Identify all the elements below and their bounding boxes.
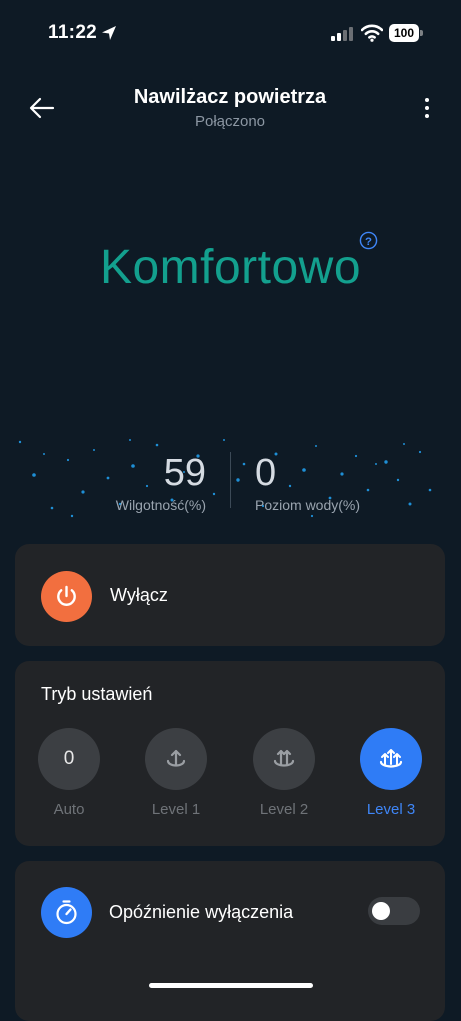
home-indicator[interactable] xyxy=(149,983,313,988)
mode-level-2-button[interactable] xyxy=(253,728,315,790)
mode-auto-button[interactable]: 0 xyxy=(38,728,100,790)
more-options-icon[interactable] xyxy=(420,96,434,120)
toggle-knob xyxy=(372,902,390,920)
mode-level-3-label: Level 3 xyxy=(366,801,416,818)
shutdown-delay-label: Opóźnienie wyłączenia xyxy=(109,902,294,922)
mode-level-3-button[interactable] xyxy=(360,728,422,790)
wifi-icon xyxy=(361,24,383,42)
battery-indicator: 100 xyxy=(389,24,423,42)
mist-level-1-icon xyxy=(166,749,186,767)
timer-icon xyxy=(56,900,77,925)
back-arrow-icon[interactable] xyxy=(28,94,56,122)
timer-icon-badge xyxy=(41,887,92,938)
location-arrow-icon xyxy=(102,26,116,40)
status-time: 11:22 xyxy=(48,22,98,43)
page-title: Nawilżacz powietrza xyxy=(133,86,327,108)
power-card: Wyłącz xyxy=(15,544,445,646)
mist-level-3-icon xyxy=(379,749,403,768)
mode-level-2-label: Level 2 xyxy=(259,801,309,818)
power-icon xyxy=(57,585,76,606)
power-button[interactable] xyxy=(41,571,92,622)
comfort-status: Komfortowo xyxy=(99,241,362,294)
status-bar: 11:22 100 xyxy=(0,0,461,66)
water-level-value: 0 xyxy=(255,452,277,494)
shutdown-delay-toggle[interactable] xyxy=(368,897,420,925)
cellular-signal-icon xyxy=(331,27,353,41)
mode-auto-icon: 0 xyxy=(63,748,75,769)
mode-level-1-label: Level 1 xyxy=(151,801,201,818)
mode-auto-label: Auto xyxy=(53,801,85,818)
mode-card: Tryb ustawień 0 Auto Level 1 Level 2 Lev… xyxy=(15,661,445,846)
shutdown-delay-card: Opóźnienie wyłączenia xyxy=(15,861,445,1021)
humidity-value: 59 xyxy=(163,452,206,494)
stats-divider xyxy=(230,452,231,508)
battery-level: 100 xyxy=(389,24,419,42)
mist-level-2-icon xyxy=(273,749,295,767)
mode-level-1-button[interactable] xyxy=(145,728,207,790)
power-label: Wyłącz xyxy=(110,585,168,605)
water-level-label: Poziom wody(%) xyxy=(255,497,361,513)
mode-title: Tryb ustawień xyxy=(41,684,153,704)
connection-status: Połączono xyxy=(194,113,266,130)
battery-tip xyxy=(420,30,423,36)
humidity-label: Wilgotność(%) xyxy=(115,497,206,513)
